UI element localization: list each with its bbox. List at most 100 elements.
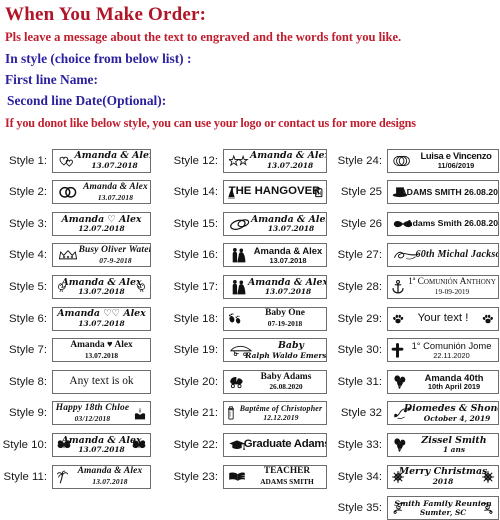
style-preview-plate[interactable]: Amanda & Alex 13.07.2018 <box>52 464 151 489</box>
plate-line-2: 13.07.2018 <box>84 350 119 360</box>
birthday-cake-icon <box>134 407 146 420</box>
plate-line-1: Baby <box>277 340 304 352</box>
style-preview-plate[interactable]: Baby Adams 26.08.2020 <box>223 369 327 394</box>
plate-line-1: Amanda ♡ Alex <box>61 213 142 225</box>
plate-line-1: Graduate Adams <box>243 438 327 451</box>
style-row: Style 32 Diomedes & ShondaOctober 4, 2019 <box>332 401 499 426</box>
style-preview-plate[interactable]: Amanda & Alex 13.07.2018 <box>223 148 327 173</box>
plate-line-1: Amanda & Alex <box>249 150 327 162</box>
style-preview-plate[interactable]: Amanda ♡ Alex 12.07.2018 <box>52 211 151 236</box>
style-preview-plate[interactable]: Amanda & Alex 13.07.2018 <box>52 180 151 205</box>
baby-feet-icon <box>228 313 242 325</box>
style-preview-plate[interactable]: Happy 18th Chloe 03/12/2018 <box>52 401 151 426</box>
style-row: Style 16: Amanda & Alex 13.07.2018 <box>168 243 327 268</box>
plate-line-2: Ralph Waldo Emerson <box>245 350 327 360</box>
style-row-label: Style 18: <box>173 312 218 325</box>
style-row-label: Style 23: <box>173 470 218 483</box>
style-preview-plate[interactable]: THE HANGOVER <box>223 180 327 205</box>
style-preview-plate[interactable]: Amanda 40th 10th April 2019 <box>387 369 499 394</box>
style-preview-plate[interactable]: Graduate Adams <box>223 432 327 457</box>
style-row-label: Style 22: <box>173 438 218 451</box>
style-preview-plate[interactable]: 1° Comunión Jome 22.11.2020 <box>387 338 499 363</box>
plate-line-2: ADAMS SMITH <box>260 477 314 487</box>
style-preview-plate[interactable]: Zissel Smith 1 ans <box>387 432 499 457</box>
floral-flourish-icon <box>393 407 413 420</box>
style-preview-plate[interactable]: Diomedes & ShondaOctober 4, 2019 <box>387 401 499 426</box>
style-preview-plate[interactable]: Amanda & Alex 13.07.2018 <box>52 148 151 173</box>
style-preview-plate[interactable]: Baptême of Christopher 12.12.2019 <box>223 401 327 426</box>
style-row: Style 18: Baby One 07-19-2018 <box>168 306 327 331</box>
two-birds-icon <box>56 281 66 292</box>
style-preview-plate[interactable]: Busy Oliver Water 07-9-2018 <box>52 243 151 268</box>
style-preview-plate[interactable]: Amanda ♥ Alex 13.07.2018 <box>52 338 151 363</box>
style-preview-plate[interactable]: 60th Michal Jackson <box>387 243 499 268</box>
style-row: Style 28: 1ª Comunión Anthony 19-09-2019 <box>332 274 499 299</box>
style-preview-plate[interactable]: Merry Christmas 2018 <box>387 464 499 489</box>
style-row-label: Style 17: <box>173 280 218 293</box>
style-preview-plate[interactable]: Your text ! <box>387 306 499 331</box>
anchor-icon <box>392 279 404 294</box>
style-preview-plate[interactable]: Baby One 07-19-2018 <box>223 306 327 331</box>
plate-line-1: Your text ! <box>417 311 469 324</box>
baby-bottle-icon <box>227 406 235 420</box>
paw-prints-icon <box>392 313 404 324</box>
crown-icon <box>58 249 78 261</box>
plate-line-1: Amanda ♡♡ Alex <box>57 308 146 320</box>
eiffel-tower-beer-icon <box>313 186 323 198</box>
style-row: Style 7: Amanda ♥ Alex 13.07.2018 <box>2 338 151 363</box>
style-row: Style 5: Amanda & Alex 13.07.2018 <box>2 274 151 299</box>
plate-line-1: Amanda & Alex <box>74 150 151 162</box>
style-row: Style 19: BabyRalph Waldo Emerson <box>168 338 327 363</box>
style-row-label: Style 9: <box>9 407 47 420</box>
plate-line-2: 26.08.2020 <box>269 382 303 392</box>
snowflake-icon <box>481 470 495 483</box>
style-row: Style 34: Merry Christmas 2018 <box>332 464 499 489</box>
balloons-icon <box>392 438 408 452</box>
eiffel-tower-beer-icon <box>227 185 236 198</box>
plate-line-1: Zissel Smith <box>421 434 487 446</box>
style-preview-plate[interactable]: BabyRalph Waldo Emerson <box>223 338 327 363</box>
instruction-line-second-date: Second line Date(Optional): <box>7 93 167 108</box>
style-row-label: Style 21: <box>173 407 218 420</box>
style-row-label: Style 10: <box>2 438 47 451</box>
style-row-label: Style 11: <box>3 470 47 483</box>
plate-line-2: 13.07.2018 <box>78 319 125 329</box>
instruction-line-message: Pls leave a message about the text to en… <box>5 30 402 44</box>
style-row: Style 4: Busy Oliver Water 07-9-2018 <box>2 243 151 268</box>
balloons-icon <box>392 375 408 389</box>
style-row-label: Style 35: <box>337 502 382 515</box>
plate-line-2: 13.07.2018 <box>91 161 138 171</box>
style-preview-plate[interactable]: Luisa e Vincenzo 11/06/2019 <box>387 148 499 173</box>
style-preview-plate[interactable]: Amanda & Alex 13.07.2018 <box>223 243 327 268</box>
style-preview-plate[interactable]: Amanda & Alex 13.07.2018 <box>223 274 327 299</box>
style-row: Style 20: Baby Adams 26.08.2020 <box>168 369 327 394</box>
style-row: Style 33: Zissel Smith 1 ans <box>332 432 499 457</box>
plate-line-1: 1° Comunión Jome <box>411 340 492 352</box>
stars-icon <box>229 154 251 166</box>
style-preview-plate[interactable]: Amanda & Alex 13.07.2018 <box>223 211 327 236</box>
plate-line-2: 10th April 2019 <box>427 382 481 392</box>
style-preview-plate[interactable]: Adams Smith 26.08.2020 <box>387 211 499 236</box>
instruction-line-style: In style (choice from below list) : <box>5 51 192 66</box>
style-preview-plate[interactable]: TEACHER ADAMS SMITH <box>223 464 327 489</box>
style-row: Style 10: Amanda & Alex 13.07.2018 <box>2 432 151 457</box>
plate-line-1: Amanda 40th <box>424 371 484 383</box>
plate-line-1: Amanda & Alex <box>61 276 142 288</box>
style-row-label: Style 7: <box>9 344 47 357</box>
style-row: Style 12: Amanda & Alex 13.07.2018 <box>168 148 327 173</box>
moustache-icon <box>393 219 413 228</box>
style-row: Style 23: TEACHER ADAMS SMITH <box>168 464 327 489</box>
style-preview-plate[interactable]: Amanda ♡♡ Alex 13.07.2018 <box>52 306 151 331</box>
style-row-label: Style 15: <box>173 217 218 230</box>
plate-line-2: 13.07.2018 <box>78 287 125 297</box>
style-preview-plate[interactable]: ADAMS SMITH 26.08.2020 <box>387 180 499 205</box>
style-preview-plate[interactable]: Amanda & Alex 13.07.2018 <box>52 432 151 457</box>
two-birds-icon <box>136 281 146 292</box>
style-row-label: Style 27: <box>337 249 382 262</box>
style-preview-plate[interactable]: 1ª Comunión Anthony 19-09-2019 <box>387 274 499 299</box>
style-preview-plate[interactable]: Any text is ok <box>52 369 151 394</box>
style-row: Style 30: 1° Comunión Jome 22.11.2020 <box>332 338 499 363</box>
style-preview-plate[interactable]: Amanda & Alex 13.07.2018 <box>52 274 151 299</box>
style-row: Style 22: Graduate Adams <box>168 432 327 457</box>
plate-line-2: 13.07.2018 <box>78 445 125 455</box>
